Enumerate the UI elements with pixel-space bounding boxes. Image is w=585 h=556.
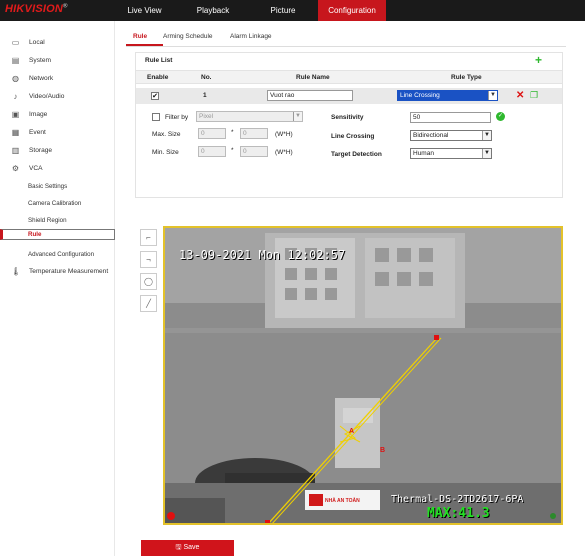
drawing-toolbar: ⌐ ¬ ◯ ╱: [140, 229, 160, 312]
filter-by-select[interactable]: Pixel ▼: [196, 111, 303, 122]
tab-arming-schedule[interactable]: Arming Schedule: [163, 33, 213, 40]
target-detection-label: Target Detection: [331, 151, 382, 158]
min-size-label: Min. Size: [152, 149, 179, 156]
col-rule-type: Rule Type: [451, 74, 482, 81]
crossing-marker-a: A: [349, 428, 355, 435]
sidebar-item-advanced-configuration[interactable]: Advanced Configuration: [0, 246, 115, 264]
nav-live-view[interactable]: Live View: [117, 0, 172, 21]
tab-rule[interactable]: Rule: [133, 33, 147, 40]
sensitivity-input[interactable]: 50: [410, 112, 491, 123]
max-width-input[interactable]: 0: [198, 128, 226, 139]
sidebar: ▭ Local ▤ System ◍ Network ♪ Video/Audio ▣ Im…: [0, 21, 115, 556]
thermal-scene: [165, 228, 561, 523]
min-height-input[interactable]: 0: [240, 146, 268, 157]
sensitivity-label: Sensitivity: [331, 114, 364, 121]
watermark-logo: NHÀ AN TOÀN: [325, 498, 360, 504]
rule-number: 1: [203, 92, 207, 99]
table-row[interactable]: ✔ 1 Vuot rao Line Crossing ▼ ✕ ❐: [136, 88, 562, 104]
max-size-label: Max. Size: [152, 131, 181, 138]
sidebar-item-network[interactable]: ◍ Network: [0, 70, 115, 88]
filter-by-checkbox[interactable]: [152, 113, 160, 121]
max-temperature-overlay: MAX:41.3: [427, 506, 490, 521]
sidebar-item-rule[interactable]: Rule: [0, 229, 115, 240]
enable-checkbox[interactable]: ✔: [151, 92, 159, 100]
max-height-input[interactable]: 0: [240, 128, 268, 139]
line-crossing-label: Line Crossing: [331, 133, 375, 140]
chevron-down-icon: ▼: [293, 112, 302, 121]
draw-polygon-icon[interactable]: ◯: [140, 273, 157, 290]
target-detection-select[interactable]: Human ▼: [410, 148, 492, 159]
min-width-input[interactable]: 0: [198, 146, 226, 157]
save-button[interactable]: 🖫 Save: [141, 540, 234, 556]
copy-rule-icon[interactable]: ❐: [530, 90, 538, 101]
times-sign: *: [231, 129, 234, 136]
line-crossing-select[interactable]: Bidirectional ▼: [410, 130, 492, 141]
sidebar-item-image[interactable]: ▣ Image: [0, 106, 115, 124]
sidebar-item-system[interactable]: ▤ System: [0, 52, 115, 70]
sidebar-item-basic-settings[interactable]: Basic Settings: [0, 178, 115, 196]
draw-rectangle-icon[interactable]: ⌐: [140, 229, 157, 246]
storage-icon: ▥: [11, 146, 20, 155]
sidebar-item-vca[interactable]: ⚙ VCA: [0, 160, 115, 178]
nav-playback[interactable]: Playback: [185, 0, 241, 21]
col-no: No.: [201, 74, 212, 81]
draw-line-icon[interactable]: ╱: [140, 295, 157, 312]
vca-icon: ⚙: [11, 164, 20, 173]
tab-alarm-linkage[interactable]: Alarm Linkage: [230, 33, 272, 40]
add-rule-icon[interactable]: +: [535, 54, 542, 66]
min-size-unit: (W*H): [275, 149, 293, 156]
times-sign: *: [231, 147, 234, 154]
network-icon: ◍: [12, 74, 19, 83]
event-icon: ▦: [11, 128, 20, 137]
video-timestamp: 13-09-2021 Mon 12:02:57: [179, 248, 346, 262]
sidebar-item-storage[interactable]: ▥ Storage: [0, 142, 115, 160]
chevron-down-icon: ▼: [488, 91, 497, 100]
sidebar-item-camera-calibration[interactable]: Camera Calibration: [0, 195, 115, 213]
video-audio-icon: ♪: [13, 92, 18, 101]
sidebar-item-local[interactable]: ▭ Local: [0, 34, 115, 52]
col-enable: Enable: [147, 74, 169, 81]
video-preview[interactable]: 13-09-2021 Mon 12:02:57 A B NHÀ AN TOÀN …: [163, 226, 563, 525]
sidebar-item-shield-region[interactable]: Shield Region: [0, 212, 115, 230]
rule-name-input[interactable]: Vuot rao: [267, 90, 353, 101]
image-icon: ▣: [11, 110, 20, 119]
filter-by-label: Filter by: [165, 114, 189, 121]
rule-table-header: Enable No. Rule Name Rule Type: [136, 70, 562, 84]
monitor-icon: ▭: [11, 38, 20, 47]
delete-rule-icon[interactable]: ✕: [516, 90, 524, 101]
draw-corner-icon[interactable]: ¬: [140, 251, 157, 268]
top-navigation-bar: HIKVISION® Live View Playback Picture Co…: [0, 0, 585, 21]
valid-check-icon: ✓: [496, 112, 505, 121]
crossing-marker-b: B: [380, 447, 386, 454]
chevron-down-icon: ▼: [482, 149, 491, 158]
nav-picture[interactable]: Picture: [255, 0, 311, 21]
hikvision-logo: HIKVISION®: [5, 3, 68, 15]
nav-configuration[interactable]: Configuration: [318, 0, 386, 21]
chevron-down-icon: ▼: [482, 131, 491, 140]
sidebar-item-event[interactable]: ▦ Event: [0, 124, 115, 142]
sidebar-item-temperature-measurement[interactable]: 🌡 Temperature Measurement: [0, 263, 115, 281]
col-rule-name: Rule Name: [296, 74, 330, 81]
thermometer-icon: 🌡: [11, 267, 22, 276]
sidebar-item-video-audio[interactable]: ♪ Video/Audio: [0, 88, 115, 106]
rule-type-select[interactable]: Line Crossing ▼: [397, 90, 498, 101]
camera-name-overlay: Thermal-DS-2TD2617-6PA: [391, 494, 524, 505]
rule-list-title: Rule List: [145, 57, 173, 64]
system-icon: ▤: [11, 56, 20, 65]
max-size-unit: (W*H): [275, 131, 293, 138]
tab-divider: [126, 46, 566, 47]
